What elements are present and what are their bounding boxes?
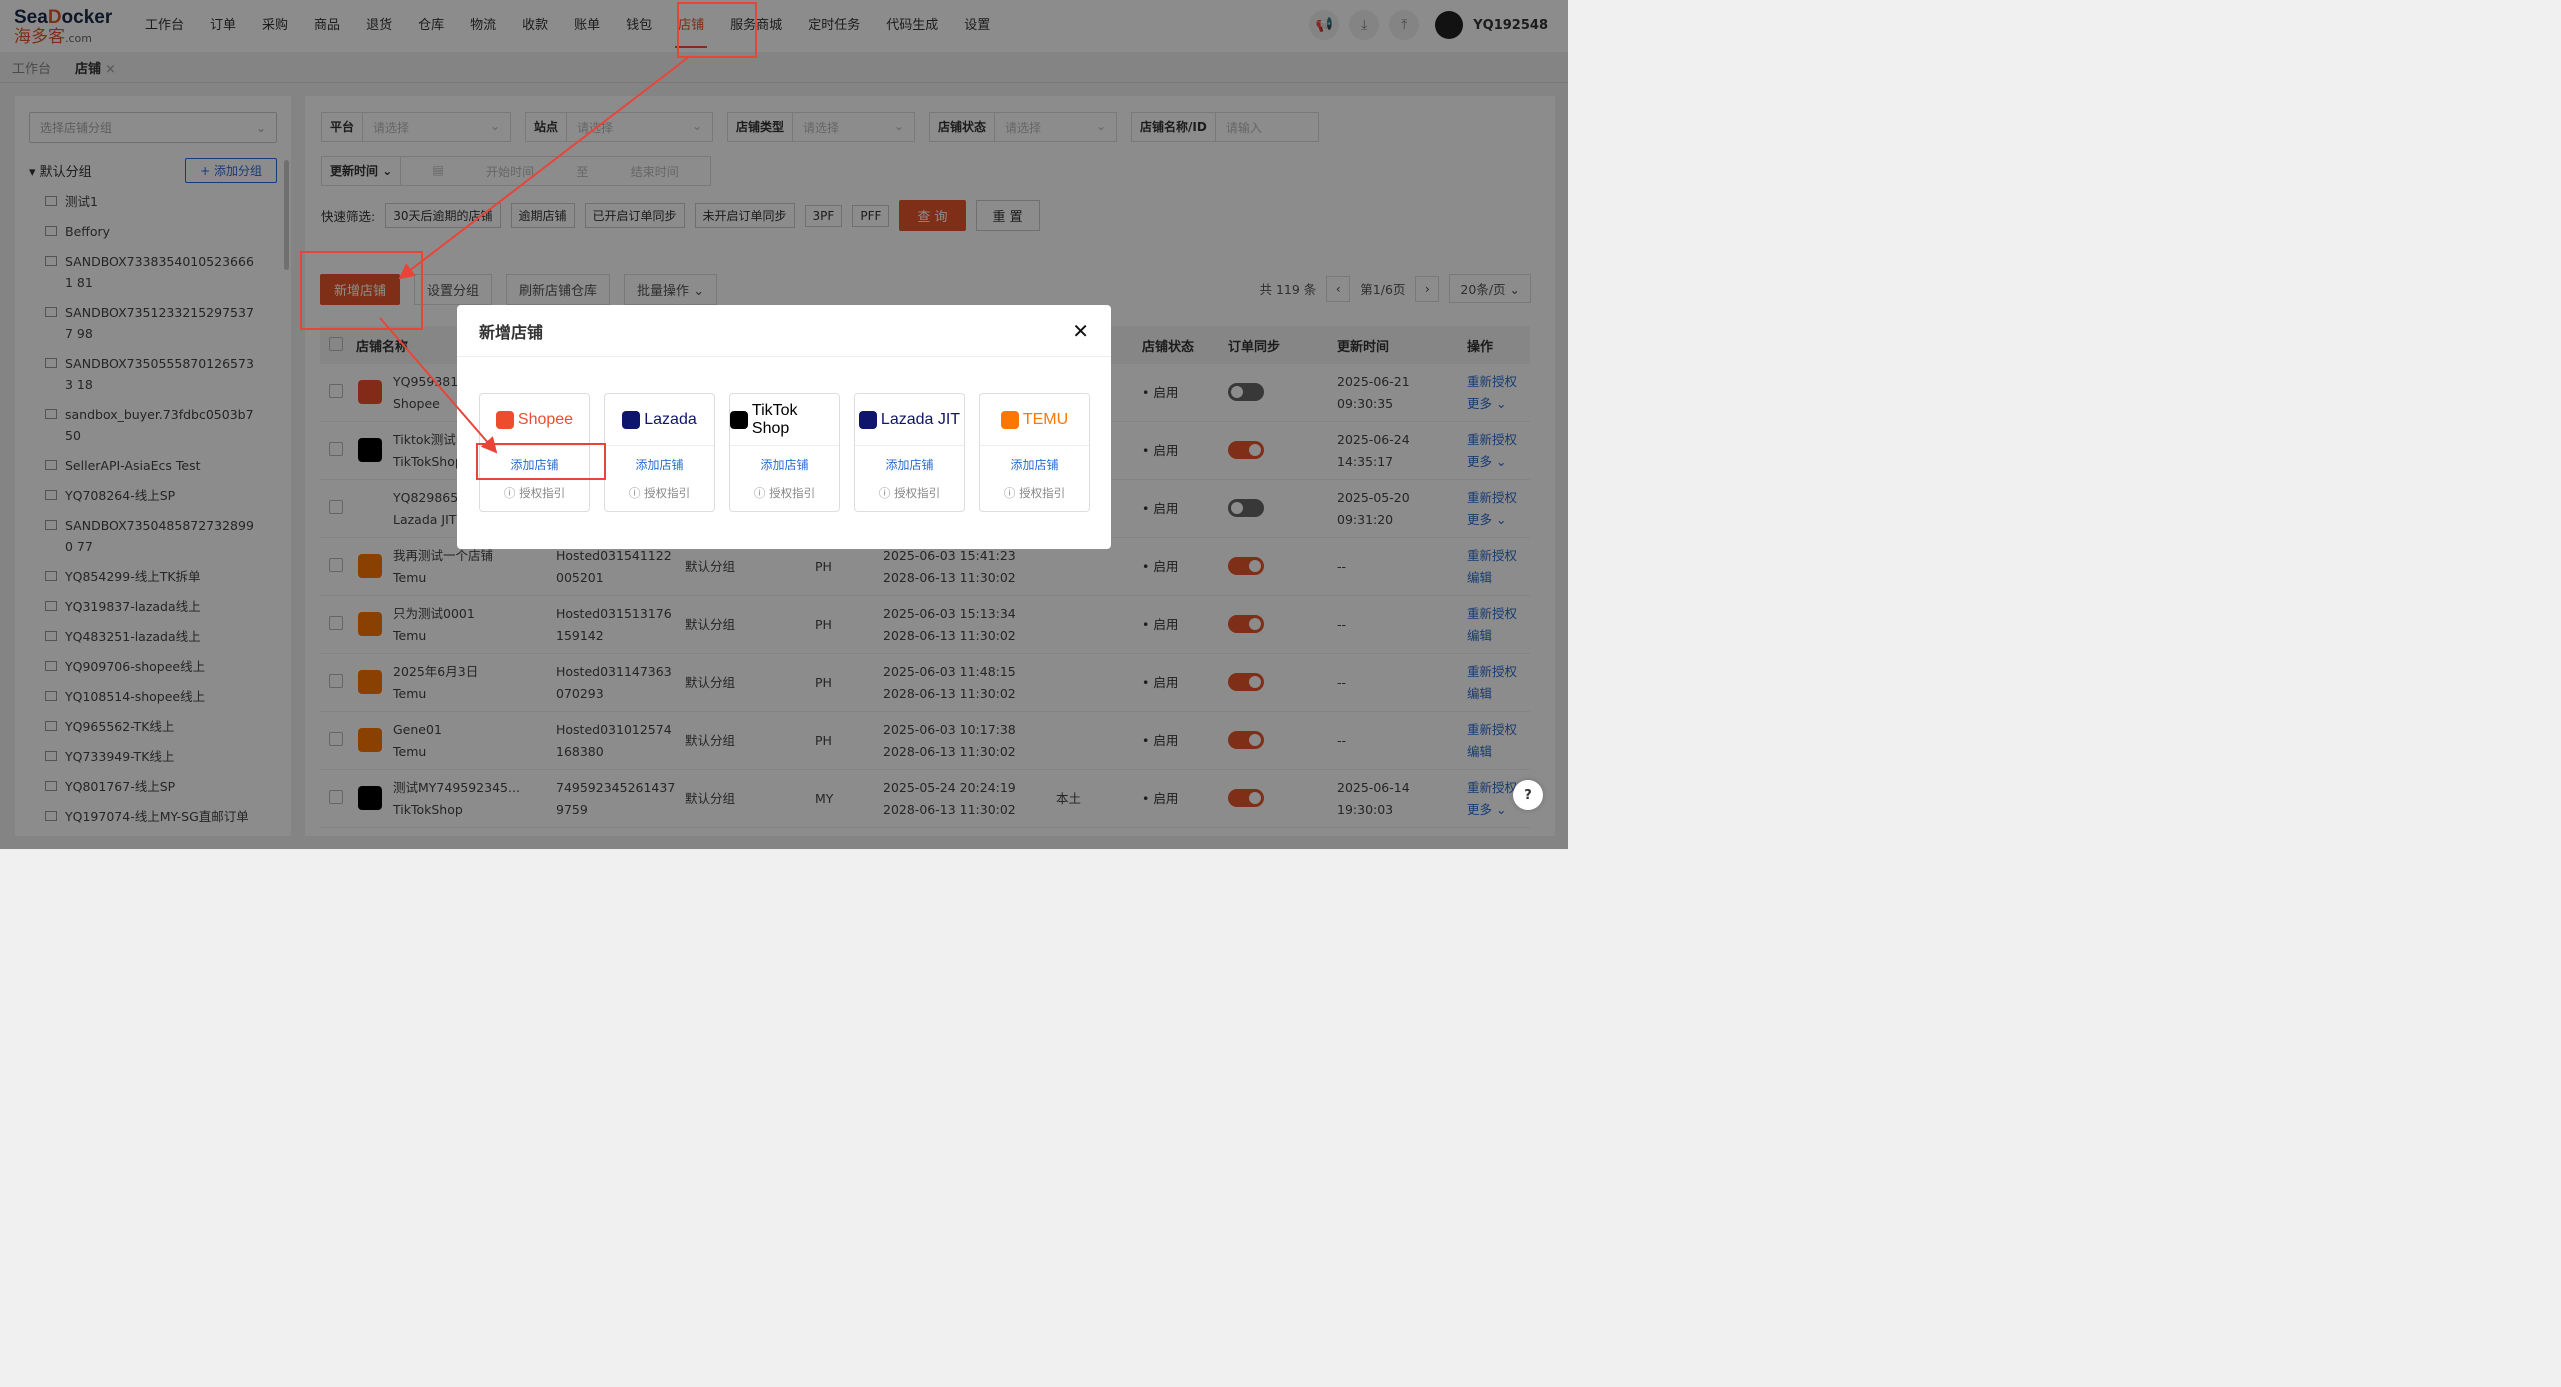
help-button[interactable]: ? bbox=[1513, 780, 1543, 810]
annotation-arrows bbox=[379, 55, 691, 454]
app: SeaDocker 海多客.com 工作台 订单 采购 商品 退货 仓库 物流 收款 账单 钱包店… bbox=[0, 0, 1568, 849]
arrow-add-to-shopee bbox=[379, 317, 498, 454]
arrow-nav-to-add bbox=[398, 55, 691, 280]
